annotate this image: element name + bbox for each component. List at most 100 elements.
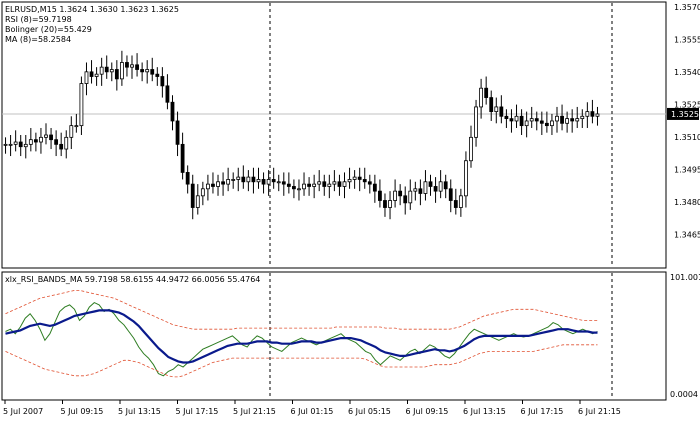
candle-body bbox=[150, 69, 155, 75]
price-tick-label: 1.3480 bbox=[674, 198, 700, 207]
candle-body bbox=[337, 181, 342, 187]
candle-body bbox=[251, 176, 256, 183]
candle-body bbox=[378, 190, 382, 201]
time-tick-label: 5 Jul 21:15 bbox=[233, 407, 276, 416]
candle-body bbox=[458, 195, 463, 208]
candle-body bbox=[484, 87, 489, 98]
candle-body bbox=[286, 183, 291, 187]
candle-body bbox=[195, 195, 200, 208]
candle-body bbox=[332, 181, 337, 185]
candle-body bbox=[590, 111, 595, 117]
candle-body bbox=[64, 136, 69, 150]
time-tick-label: 5 Jul 2007 bbox=[3, 407, 43, 416]
candle-body bbox=[74, 125, 79, 128]
candle-body bbox=[226, 179, 231, 185]
candle-body bbox=[114, 69, 119, 80]
candle-body bbox=[474, 106, 478, 138]
candle-body bbox=[216, 181, 220, 187]
candle-body bbox=[352, 176, 357, 180]
time-tick-label: 6 Jul 01:15 bbox=[291, 407, 334, 416]
candle-body bbox=[322, 181, 327, 187]
candle-body bbox=[443, 181, 448, 190]
time-axis: 5 Jul 2007 5 Jul 09:15 5 Jul 13:15 5 Jul 17… bbox=[3, 400, 621, 416]
candle-body bbox=[119, 62, 124, 80]
candle-body bbox=[362, 179, 367, 183]
candle-body bbox=[190, 183, 195, 208]
time-tick-label: 6 Jul 21:15 bbox=[578, 407, 621, 416]
candle-body bbox=[509, 118, 514, 122]
candle-body bbox=[469, 136, 473, 162]
candle-body bbox=[170, 101, 175, 122]
candle-body bbox=[104, 66, 109, 73]
candle-body bbox=[109, 69, 114, 73]
candle-body bbox=[565, 118, 570, 124]
candle-body bbox=[494, 106, 499, 113]
time-tick-label: 5 Jul 13:15 bbox=[118, 407, 161, 416]
candle-body bbox=[140, 69, 145, 73]
candle-body bbox=[453, 200, 458, 208]
candle-body bbox=[367, 181, 372, 185]
candle-body bbox=[347, 179, 352, 183]
candle-body bbox=[180, 143, 185, 173]
time-tick-label: 6 Jul 05:15 bbox=[348, 407, 391, 416]
candle-body bbox=[489, 97, 494, 113]
rsi-info: RSI (8)=59.7198 bbox=[5, 15, 72, 24]
candle-body bbox=[125, 62, 129, 68]
price-tick-label: 1.3555 bbox=[674, 36, 700, 45]
candle-body bbox=[327, 183, 332, 187]
main-chart-frame bbox=[1, 1, 667, 269]
subchart-title: xlx_RSI_BANDS_MA 59.7198 58.6155 44.9472… bbox=[5, 275, 260, 284]
sub-tick-label: 0.0004 bbox=[670, 390, 698, 399]
candle-body bbox=[211, 183, 215, 187]
candle-body bbox=[135, 64, 139, 70]
candle-body bbox=[236, 176, 241, 180]
candle-body bbox=[312, 183, 317, 187]
candle-body bbox=[479, 87, 484, 108]
candle-body bbox=[504, 115, 509, 120]
candle-body bbox=[403, 195, 408, 204]
candle-body bbox=[231, 179, 236, 181]
candle-body bbox=[59, 143, 64, 150]
candle-body bbox=[292, 186, 296, 190]
candle-body bbox=[433, 186, 438, 192]
candle-body bbox=[145, 69, 150, 73]
candle-body bbox=[428, 181, 433, 187]
candle-body bbox=[49, 134, 53, 141]
price-tick-label: 1.3570 bbox=[674, 3, 700, 12]
candle-body bbox=[464, 160, 468, 197]
candle-body bbox=[438, 181, 443, 192]
candle-body bbox=[8, 143, 13, 146]
time-tick-label: 5 Jul 09:15 bbox=[61, 407, 104, 416]
candle-body bbox=[499, 106, 504, 117]
candle-body bbox=[206, 183, 210, 190]
candle-body bbox=[256, 179, 261, 183]
candle-body bbox=[418, 188, 423, 194]
candle-body bbox=[317, 181, 322, 185]
ma-info: MA (8)=58.2584 bbox=[5, 35, 71, 44]
candle-body bbox=[519, 115, 524, 127]
candle-body bbox=[383, 200, 387, 208]
candle-body bbox=[276, 181, 281, 184]
candle-body bbox=[297, 188, 301, 191]
candle-body bbox=[246, 176, 251, 183]
price-tick-label: 1.3465 bbox=[674, 231, 700, 240]
candle-body bbox=[175, 120, 180, 145]
candle-body bbox=[595, 113, 600, 117]
bollinger-info: Bolinger (20)=55.429 bbox=[5, 25, 92, 34]
candle-body bbox=[529, 118, 534, 122]
price-tick-label: 1.3510 bbox=[674, 133, 700, 142]
candle-body bbox=[185, 172, 190, 185]
time-tick-label: 6 Jul 17:15 bbox=[521, 407, 564, 416]
price-tick-label: 1.3540 bbox=[674, 68, 700, 77]
price-axis: 1.3570 1.3555 1.3540 1.3525 1.3510 1.3495 1.34… bbox=[667, 3, 700, 399]
candle-body bbox=[155, 73, 160, 77]
candle-body bbox=[585, 111, 590, 117]
candle-body bbox=[13, 141, 18, 145]
candle-body bbox=[575, 118, 580, 122]
time-tick-label: 6 Jul 09:15 bbox=[406, 407, 449, 416]
candle-body bbox=[550, 120, 554, 127]
candle-body bbox=[94, 73, 99, 77]
candle-body bbox=[54, 139, 59, 145]
candle-body bbox=[79, 83, 84, 127]
candle-body bbox=[302, 183, 306, 190]
